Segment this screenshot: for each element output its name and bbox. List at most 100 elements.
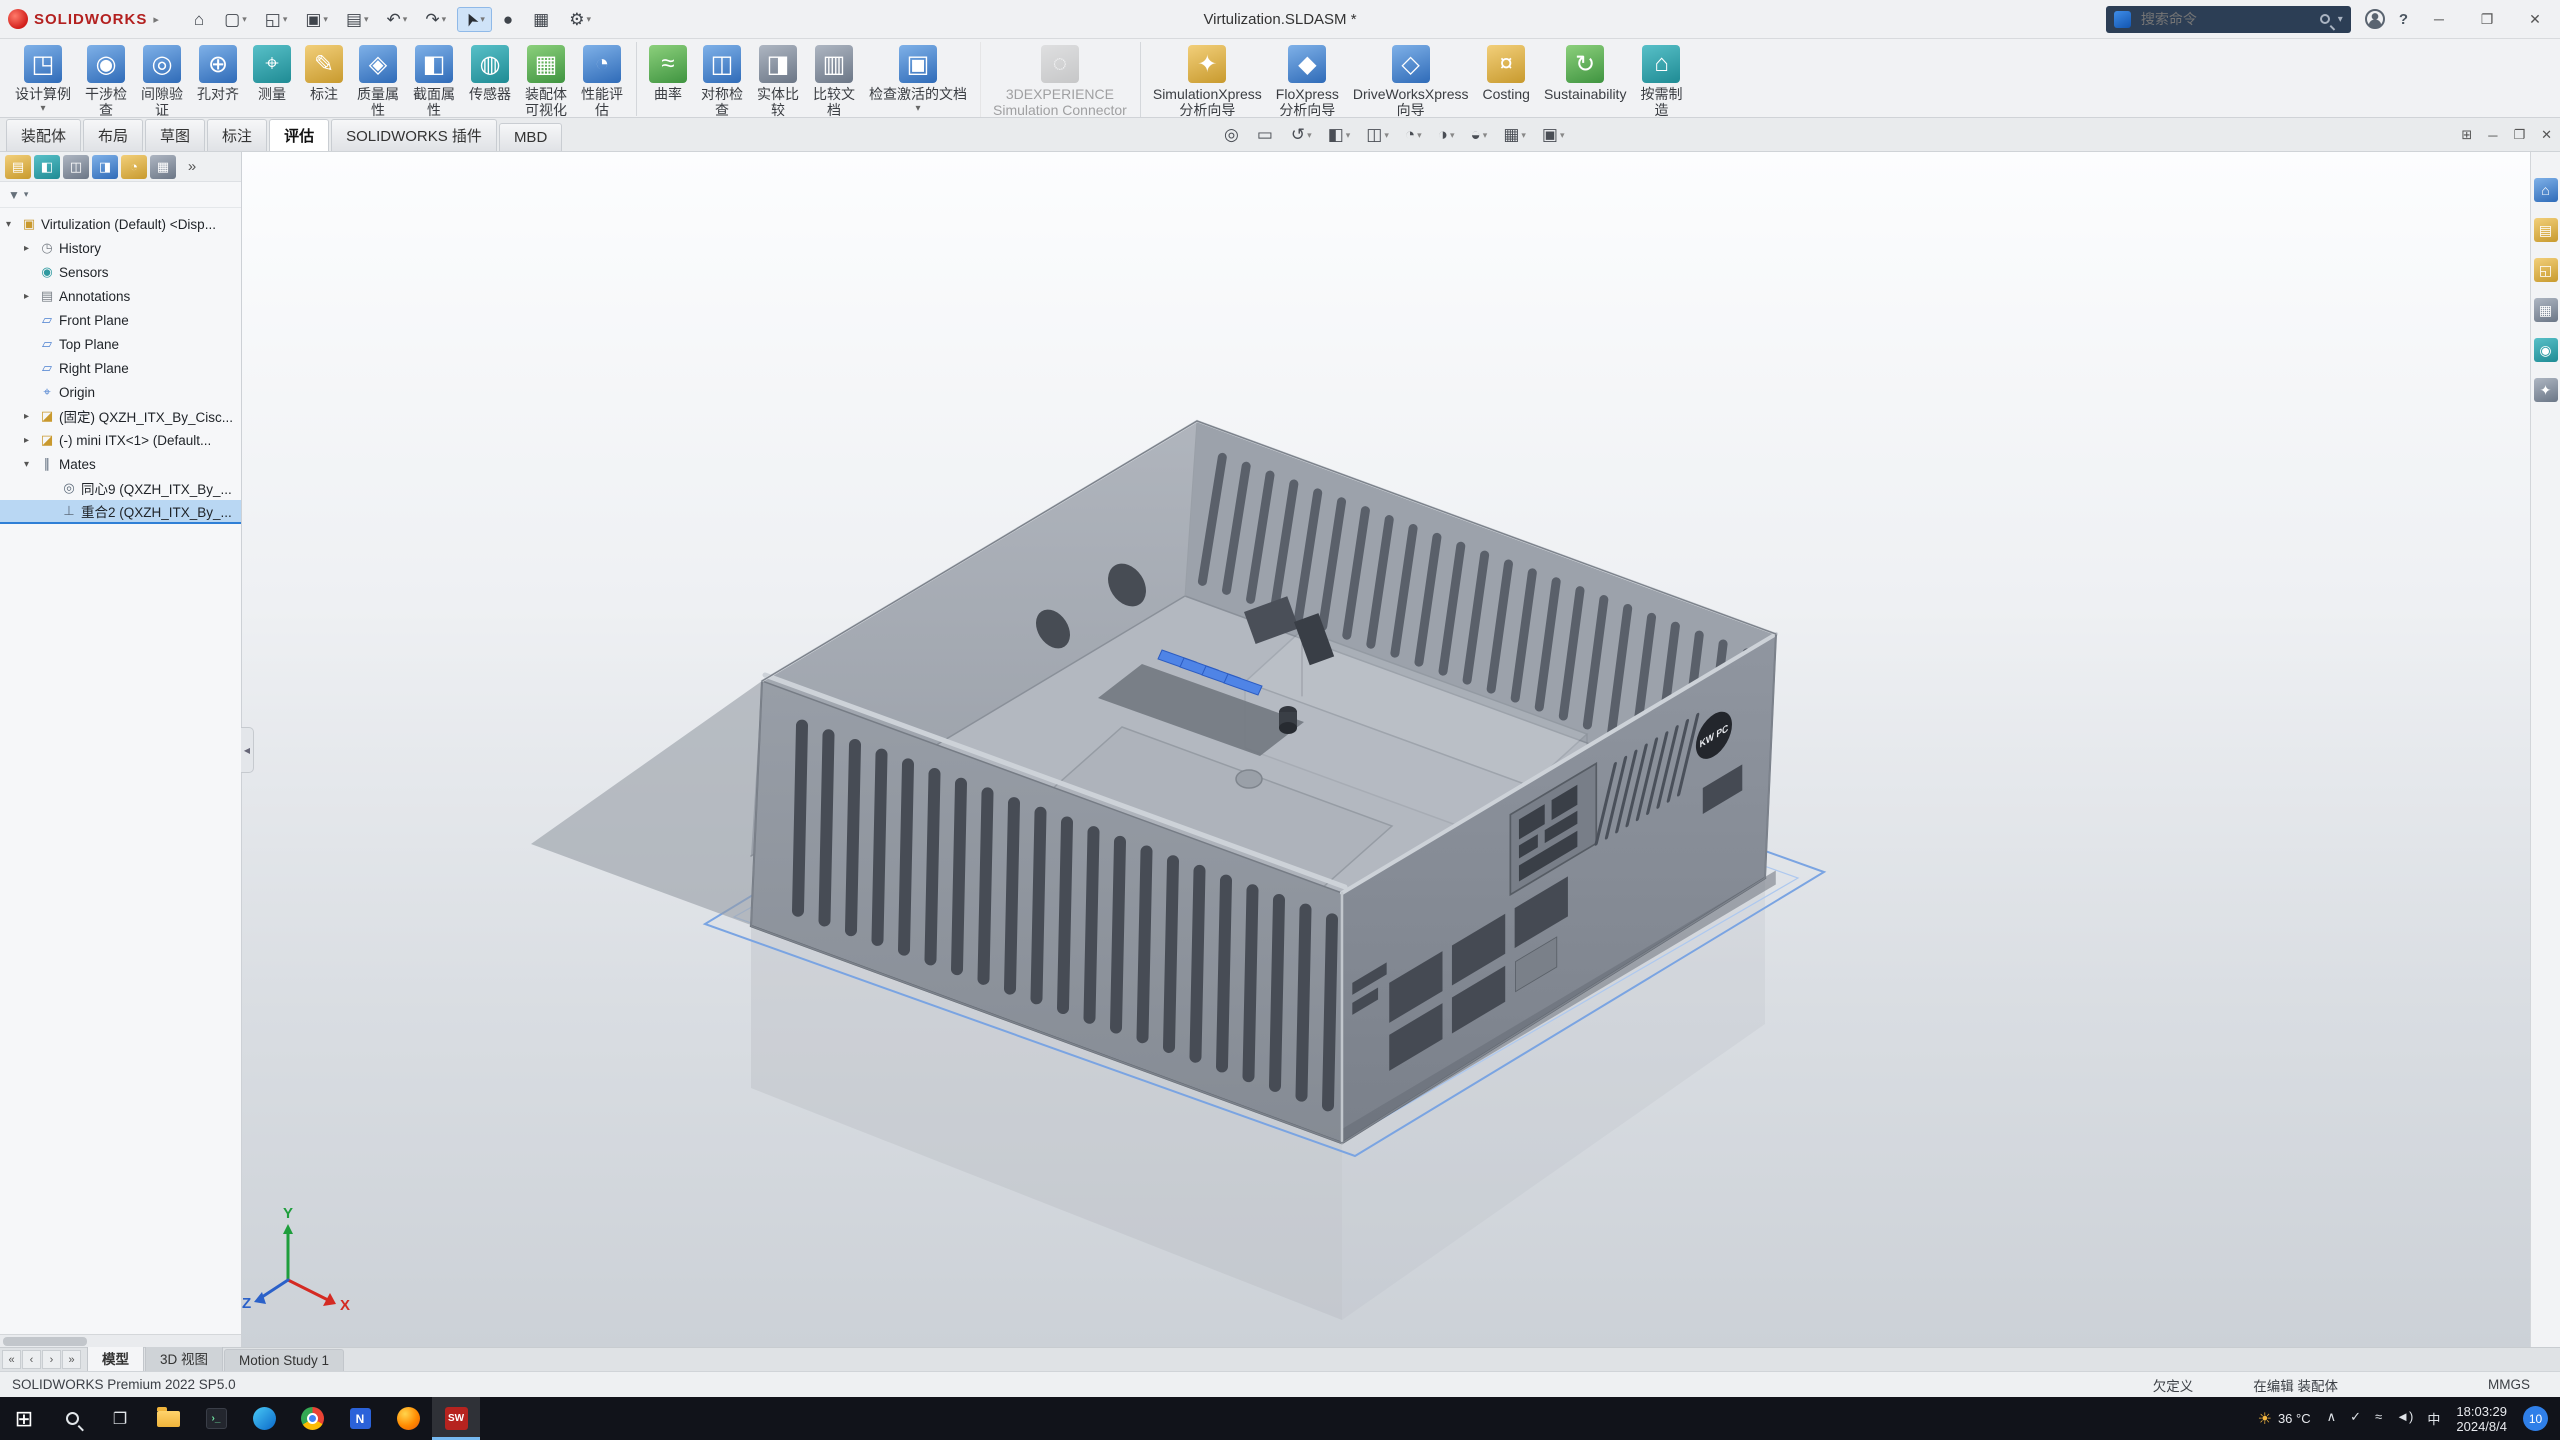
defender-icon[interactable]: ✓ xyxy=(2350,1409,2361,1428)
units-indicator[interactable]: MMGS xyxy=(2488,1377,2530,1392)
configurationmanager-tab[interactable]: ◫ xyxy=(63,155,89,179)
display-style-icon[interactable]: ◔ ▾ xyxy=(1397,125,1430,145)
tray-expand-icon[interactable]: ∧ xyxy=(2327,1409,2337,1428)
dropdown-caret-icon[interactable]: ▾ xyxy=(1450,130,1455,141)
tabs-overflow[interactable]: » xyxy=(179,155,205,179)
panel-collapse-handle[interactable]: ◀ xyxy=(241,727,254,773)
dropdown-caret-icon[interactable]: ▾ xyxy=(442,14,447,25)
design-study-button[interactable]: ◳ 设计算例 ▾ xyxy=(8,42,78,116)
curvature-button[interactable]: ≈ 曲率 xyxy=(636,42,694,116)
help-icon[interactable]: ? xyxy=(2399,11,2408,28)
cam-tab[interactable]: ▦ xyxy=(150,155,176,179)
section-view-icon[interactable]: ◧ ▾ xyxy=(1320,125,1359,145)
dropdown-caret-icon[interactable]: ▾ xyxy=(403,14,408,25)
network-icon[interactable]: ≈ xyxy=(2375,1409,2382,1428)
dropdown-caret-icon[interactable]: ▾ xyxy=(1346,130,1351,141)
simulationxpress-button[interactable]: ✦ SimulationXpress 分析向导 xyxy=(1140,42,1269,118)
filter-caret-icon[interactable]: ▾ xyxy=(24,189,29,200)
tab-assembly[interactable]: 装配体 xyxy=(6,119,81,151)
select-tool-button[interactable]: ➤ ▾ xyxy=(457,7,492,32)
search-input[interactable] xyxy=(2139,10,2312,28)
clearance-verification-button[interactable]: ◎ 间隙验 证 xyxy=(134,42,190,118)
dropdown-caret-icon[interactable]: ▾ xyxy=(915,105,920,113)
tree-item[interactable]: ▱ Right Plane xyxy=(0,356,241,380)
tab-evaluate[interactable]: 评估 xyxy=(269,119,329,151)
compare-bodies-button[interactable]: ◨ 实体比 较 xyxy=(750,42,806,118)
tab-markup[interactable]: 标注 xyxy=(207,119,267,151)
open-document-button[interactable]: ◱ ▾ xyxy=(258,7,295,32)
file-explorer-app[interactable] xyxy=(144,1397,192,1440)
tab-scroll-button[interactable]: « xyxy=(2,1350,21,1369)
displaymanager-tab[interactable]: ◔ xyxy=(121,155,147,179)
zoom-area-icon[interactable]: ▭ xyxy=(1249,125,1283,145)
terminal-app[interactable]: ›_ xyxy=(192,1397,240,1440)
symmetry-check-button[interactable]: ◫ 对称检 查 xyxy=(694,42,750,118)
assembly-visualization-button[interactable]: ▦ 装配体 可视化 xyxy=(518,42,574,118)
tree-item[interactable]: ⌖ Origin xyxy=(0,380,241,404)
hide-show-icon[interactable]: ◑ ▾ xyxy=(1430,125,1463,145)
camera-icon[interactable]: ▣ ▾ xyxy=(1534,125,1573,145)
tree-item[interactable]: ▱ Top Plane xyxy=(0,332,241,356)
tree-item[interactable]: ⊥ 重合2 (QXZH_ITX_By_... xyxy=(0,500,241,524)
sustainability-button[interactable]: ↻ Sustainability xyxy=(1537,42,1634,116)
tree-expand-icon[interactable]: ▸ xyxy=(24,411,38,422)
taskpane-home-icon[interactable]: ⌂ xyxy=(2534,178,2558,202)
featuremanager-tab[interactable]: ▤ xyxy=(5,155,31,179)
section-properties-button[interactable]: ◧ 截面属 性 xyxy=(406,42,462,118)
dropdown-caret-icon[interactable]: ▾ xyxy=(283,14,288,25)
edit-appearance-icon[interactable]: ◒ ▾ xyxy=(1463,125,1496,145)
viewport-3d[interactable]: KW PC xyxy=(242,152,2530,1347)
search-icon[interactable] xyxy=(2320,14,2330,24)
minimize-button[interactable]: ─ xyxy=(2422,11,2456,27)
appearances-icon[interactable]: ◉ xyxy=(2534,338,2558,362)
tree-item[interactable]: ▸ ◪ (固定) QXZH_ITX_By_Cisc... xyxy=(0,404,241,428)
tree-expand-icon[interactable]: ▸ xyxy=(24,243,38,254)
zoom-fit-icon[interactable]: ◎ xyxy=(1216,125,1249,145)
design-library-icon[interactable]: ▤ xyxy=(2534,218,2558,242)
solidworks-app[interactable]: SW xyxy=(432,1397,480,1440)
custom-properties-icon[interactable]: ✦ xyxy=(2534,378,2558,402)
tree-item[interactable]: ▱ Front Plane xyxy=(0,308,241,332)
tree-horizontal-scrollbar[interactable] xyxy=(0,1334,241,1347)
home-button[interactable]: ⌂ xyxy=(187,7,213,32)
3d-views-tab[interactable]: 3D 视图 xyxy=(145,1344,223,1371)
ime-indicator[interactable]: 中 xyxy=(2427,1409,2440,1428)
doc-minimize-button[interactable]: ─ xyxy=(2488,128,2497,143)
floxpress-button[interactable]: ◆ FloXpress 分析向导 xyxy=(1269,42,1346,118)
costing-button[interactable]: ¤ Costing xyxy=(1475,42,1536,116)
sensor-button[interactable]: ◍ 传感器 xyxy=(462,42,518,116)
graphics-viewport[interactable]: KW PC xyxy=(242,152,2530,1347)
check-active-document-button[interactable]: ▣ 检查激活的文档 ▾ xyxy=(862,42,974,116)
dropdown-caret-icon[interactable]: ▾ xyxy=(586,14,591,25)
tree-item[interactable]: ▸ ◪ (-) mini ITX<1> (Default... xyxy=(0,428,241,452)
tree-expand-icon[interactable]: ▸ xyxy=(24,291,38,302)
tree-expand-icon[interactable]: ▾ xyxy=(24,459,38,470)
taskbar-search-button[interactable] xyxy=(48,1397,96,1440)
tree-item[interactable]: ▾ ∥ Mates xyxy=(0,452,241,476)
tree-item[interactable]: ▾ ▣ Virtulization (Default) <Disp... xyxy=(0,212,241,236)
start-button[interactable]: ⊞ xyxy=(0,1397,48,1440)
scene-icon[interactable]: ▦ ▾ xyxy=(1495,125,1534,145)
performance-evaluation-button[interactable]: ◔ 性能评 估 xyxy=(574,42,630,118)
undo-button[interactable]: ↶ ▾ xyxy=(380,7,415,32)
dropdown-caret-icon[interactable]: ▾ xyxy=(1521,130,1526,141)
model-tab[interactable]: 模型 xyxy=(87,1344,144,1371)
doc-menu-button[interactable]: ⊞ xyxy=(2461,127,2472,143)
tree-item[interactable]: ▸ ▤ Annotations xyxy=(0,284,241,308)
tab-scroll-button[interactable]: › xyxy=(42,1350,61,1369)
tree-item[interactable]: ◎ 同心9 (QXZH_ITX_By_... xyxy=(0,476,241,500)
dropdown-caret-icon[interactable]: ▾ xyxy=(1307,130,1312,141)
view-orientation-icon[interactable]: ◫ ▾ xyxy=(1358,125,1397,145)
dimxpertmanager-tab[interactable]: ◨ xyxy=(92,155,118,179)
dropdown-caret-icon[interactable]: ▾ xyxy=(1417,130,1422,141)
save-button[interactable]: ▣ ▾ xyxy=(298,7,335,32)
dropdown-caret-icon[interactable]: ▾ xyxy=(364,14,369,25)
tree-item[interactable]: ◉ Sensors xyxy=(0,260,241,284)
new-document-button[interactable]: ▢ ▾ xyxy=(217,7,254,32)
dropdown-caret-icon[interactable]: ▾ xyxy=(1483,130,1488,141)
doc-restore-button[interactable]: ❐ xyxy=(2513,127,2525,143)
redo-button[interactable]: ↷ ▾ xyxy=(418,7,453,32)
tab-scroll-button[interactable]: » xyxy=(62,1350,81,1369)
volume-icon[interactable]: ◄) xyxy=(2396,1409,2413,1428)
taskbar-clock[interactable]: 18:03:29 2024/8/4 xyxy=(2456,1404,2507,1434)
